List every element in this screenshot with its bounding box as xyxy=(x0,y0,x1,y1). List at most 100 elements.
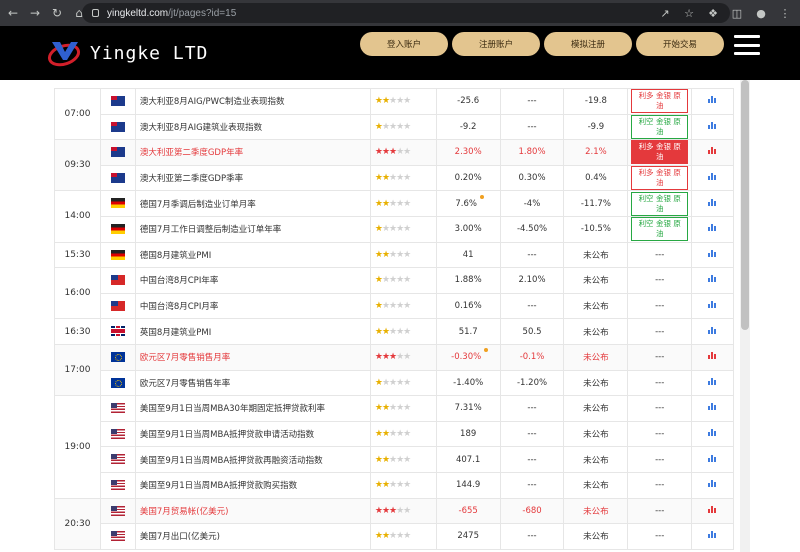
bar-chart-icon[interactable] xyxy=(708,326,717,334)
forecast-value-text: 2.10% xyxy=(518,275,546,286)
impact-cell: --- xyxy=(627,497,693,525)
share-icon[interactable]: ↗ xyxy=(656,4,674,22)
indicator-name[interactable]: 美国至9月1日当周MBA30年期固定抵押贷款利率 xyxy=(134,395,371,422)
bar-chart-icon[interactable] xyxy=(708,275,717,283)
bar-chart-icon[interactable] xyxy=(708,531,717,539)
bookmark-star-icon[interactable]: ☆ xyxy=(680,4,698,22)
bar-chart-icon[interactable] xyxy=(708,121,717,129)
bar-chart-icon[interactable] xyxy=(708,505,717,513)
table-row[interactable]: 美国至9月1日当周MBA抵押贷款再融资活动指数 ★★★★★ 407.1 --- 未公布 -… xyxy=(55,446,734,473)
forecast-value: --- xyxy=(499,446,565,473)
table-row[interactable]: 09:30 澳大利亚第二季度GDP年率 ★★★★★ 2.30% 1.80% 2.1% 利多 … xyxy=(54,139,734,192)
star-empty-icon: ★ xyxy=(403,249,411,260)
bar-chart-icon[interactable] xyxy=(708,96,717,104)
indicator-name[interactable]: 澳大利亚8月AIG建筑业表现指数 xyxy=(134,113,371,141)
chart-cell xyxy=(691,190,734,217)
bar-chart-icon[interactable] xyxy=(708,173,717,181)
hamburger-menu-icon[interactable] xyxy=(734,35,760,55)
bar-chart-icon[interactable] xyxy=(708,249,717,257)
table-row[interactable]: 16:30 英国8月建筑业PMI ★★★★★ 51.7 50.5 未公布 --- xyxy=(54,318,734,345)
start-trading-button[interactable]: 开始交易 xyxy=(636,32,724,56)
actual-value-text: 未公布 xyxy=(583,327,609,338)
indicator-name[interactable]: 美国7月出口(亿美元) xyxy=(134,523,371,550)
impact-cell: --- xyxy=(627,267,693,294)
indicator-name[interactable]: 中国台湾8月CPI年率 xyxy=(134,267,371,294)
star-filled-icon: ★ xyxy=(374,480,383,491)
table-row[interactable]: 澳大利亚第二季度GDP季率 ★★★★★ 0.20% 0.30% 0.4% 利多 金银 原油 xyxy=(55,164,734,192)
prev-value: 407.1 xyxy=(435,446,501,473)
bar-chart-icon[interactable] xyxy=(708,377,717,385)
impact-placeholder: --- xyxy=(655,403,665,414)
bar-chart-icon[interactable] xyxy=(708,198,717,206)
back-icon[interactable]: ← xyxy=(4,4,22,22)
prev-value: -1.40% xyxy=(435,369,501,397)
forward-icon[interactable]: → xyxy=(26,4,44,22)
table-row[interactable]: 中国台湾8月CPI月率 ★★★★★ 0.16% --- 未公布 --- xyxy=(55,292,734,320)
table-row[interactable]: 美国7月出口(亿美元) ★★★★★ 2475 --- 未公布 --- xyxy=(55,523,734,550)
scrollbar-thumb[interactable] xyxy=(741,80,749,330)
kebab-menu-icon[interactable]: ⋮ xyxy=(776,4,794,22)
register-button[interactable]: 注册账户 xyxy=(452,32,540,56)
extensions-icon[interactable]: ❖ xyxy=(704,4,722,22)
sidebar-icon[interactable]: ◫ xyxy=(728,4,746,22)
indicator-name[interactable]: 德国8月建筑业PMI xyxy=(134,241,371,269)
forecast-value-text: -0.1% xyxy=(519,352,545,363)
impact-asset-gold: 金银 xyxy=(655,142,671,152)
table-row[interactable]: 17:00 欧元区7月零售销售月率 ★★★★★ -0.30% -0.1% 未公布 --- xyxy=(54,343,734,397)
table-row[interactable]: 16:00 中国台湾8月CPI年率 ★★★★★ 1.88% 2.10% 未公布 --- xyxy=(54,267,734,320)
table-row[interactable]: 15:30 德国8月建筑业PMI ★★★★★ 41 --- 未公布 --- xyxy=(54,241,734,269)
table-row[interactable]: 美国至9月1日当周MBA抵押贷款申请活动指数 ★★★★★ 189 --- 未公布 --- xyxy=(55,420,734,448)
bar-chart-icon[interactable] xyxy=(708,224,717,232)
bar-chart-icon[interactable] xyxy=(708,454,717,462)
lock-icon xyxy=(92,9,99,17)
forecast-value: -1.20% xyxy=(499,369,565,397)
indicator-name[interactable]: 欧元区7月零售销售年率 xyxy=(134,369,371,397)
bar-chart-icon[interactable] xyxy=(708,403,717,411)
address-bar[interactable]: yingkeltd.com/jt/pages?id=15 xyxy=(82,3,730,23)
bar-chart-icon[interactable] xyxy=(708,429,717,437)
table-row[interactable]: 德国7月工作日调整后制造业订单年率 ★★★★★ 3.00% -4.50% -10.5% 利… xyxy=(55,215,734,243)
indicator-name[interactable]: 澳大利亚8月AIG/PWC制造业表现指数 xyxy=(134,88,371,115)
impact-placeholder: --- xyxy=(655,352,665,363)
yingke-logo[interactable] xyxy=(46,38,82,68)
table-row[interactable]: 20:30 美国7月贸易帐(亿美元) ★★★★★ -655 -680 未公布 --- xyxy=(54,497,734,550)
indicator-name[interactable]: 美国至9月1日当周MBA抵押贷款申请活动指数 xyxy=(134,420,371,448)
table-row[interactable]: 澳大利亚8月AIG建筑业表现指数 ★★★★★ -9.2 --- -9.9 利空 金银 原油 xyxy=(55,113,734,141)
actual-value: 2.1% xyxy=(563,139,629,166)
url-text: yingkeltd.com/jt/pages?id=15 xyxy=(107,7,237,19)
indicator-name[interactable]: 美国7月贸易帐(亿美元) xyxy=(134,497,371,525)
bar-chart-icon[interactable] xyxy=(708,352,717,360)
bar-chart-icon[interactable] xyxy=(708,480,717,488)
star-empty-icon: ★ xyxy=(403,96,411,107)
table-row[interactable]: 07:00 澳大利亚8月AIG/PWC制造业表现指数 ★★★★★ -25.6 --- -1… xyxy=(54,87,734,141)
star-filled-icon: ★ xyxy=(374,224,383,235)
table-row[interactable]: 14:00 德国7月季调后制造业订单月率 ★★★★★ 7.6% -4% -11.7% 利空 … xyxy=(54,190,734,243)
actual-value-text: 未公布 xyxy=(583,276,609,287)
profile-icon[interactable]: ● xyxy=(752,4,770,22)
indicator-name[interactable]: 欧元区7月零售销售月率 xyxy=(134,343,371,371)
importance-stars: ★★★★★ xyxy=(369,190,437,217)
indicator-name[interactable]: 澳大利亚第二季度GDP季率 xyxy=(134,164,371,192)
country-flag-cell xyxy=(99,267,136,294)
table-row[interactable]: 欧元区7月零售销售年率 ★★★★★ -1.40% -1.20% 未公布 --- xyxy=(55,369,734,397)
brand-name[interactable]: Yingke LTD xyxy=(90,43,208,64)
login-button[interactable]: 登入账户 xyxy=(360,32,448,56)
indicator-name[interactable]: 德国7月工作日调整后制造业订单年率 xyxy=(134,215,371,243)
impact-cell: --- xyxy=(627,292,693,320)
bar-chart-icon[interactable] xyxy=(708,301,717,309)
indicator-name[interactable]: 美国至9月1日当周MBA抵押贷款购买指数 xyxy=(134,471,371,499)
table-row[interactable]: 美国至9月1日当周MBA抵押贷款购买指数 ★★★★★ 144.9 --- 未公布 --- xyxy=(55,471,734,499)
demo-register-button[interactable]: 模拟注册 xyxy=(544,32,632,56)
star-filled-icon: ★ xyxy=(374,326,383,337)
indicator-name[interactable]: 英国8月建筑业PMI xyxy=(134,318,371,345)
page-scrollbar[interactable] xyxy=(740,80,750,552)
table-row[interactable]: 19:00 美国至9月1日当周MBA30年期固定抵押贷款利率 ★★★★★ 7.31% -… xyxy=(54,395,734,499)
indicator-name[interactable]: 德国7月季调后制造业订单月率 xyxy=(134,190,371,217)
indicator-name[interactable]: 中国台湾8月CPI月率 xyxy=(134,292,371,320)
impact-direction: 利空 xyxy=(638,193,654,203)
uk-flag-icon xyxy=(110,326,125,337)
indicator-name[interactable]: 澳大利亚第二季度GDP年率 xyxy=(134,139,371,166)
indicator-name[interactable]: 美国至9月1日当周MBA抵押贷款再融资活动指数 xyxy=(134,446,371,473)
reload-icon[interactable]: ↻ xyxy=(48,4,66,22)
bar-chart-icon[interactable] xyxy=(708,147,717,155)
